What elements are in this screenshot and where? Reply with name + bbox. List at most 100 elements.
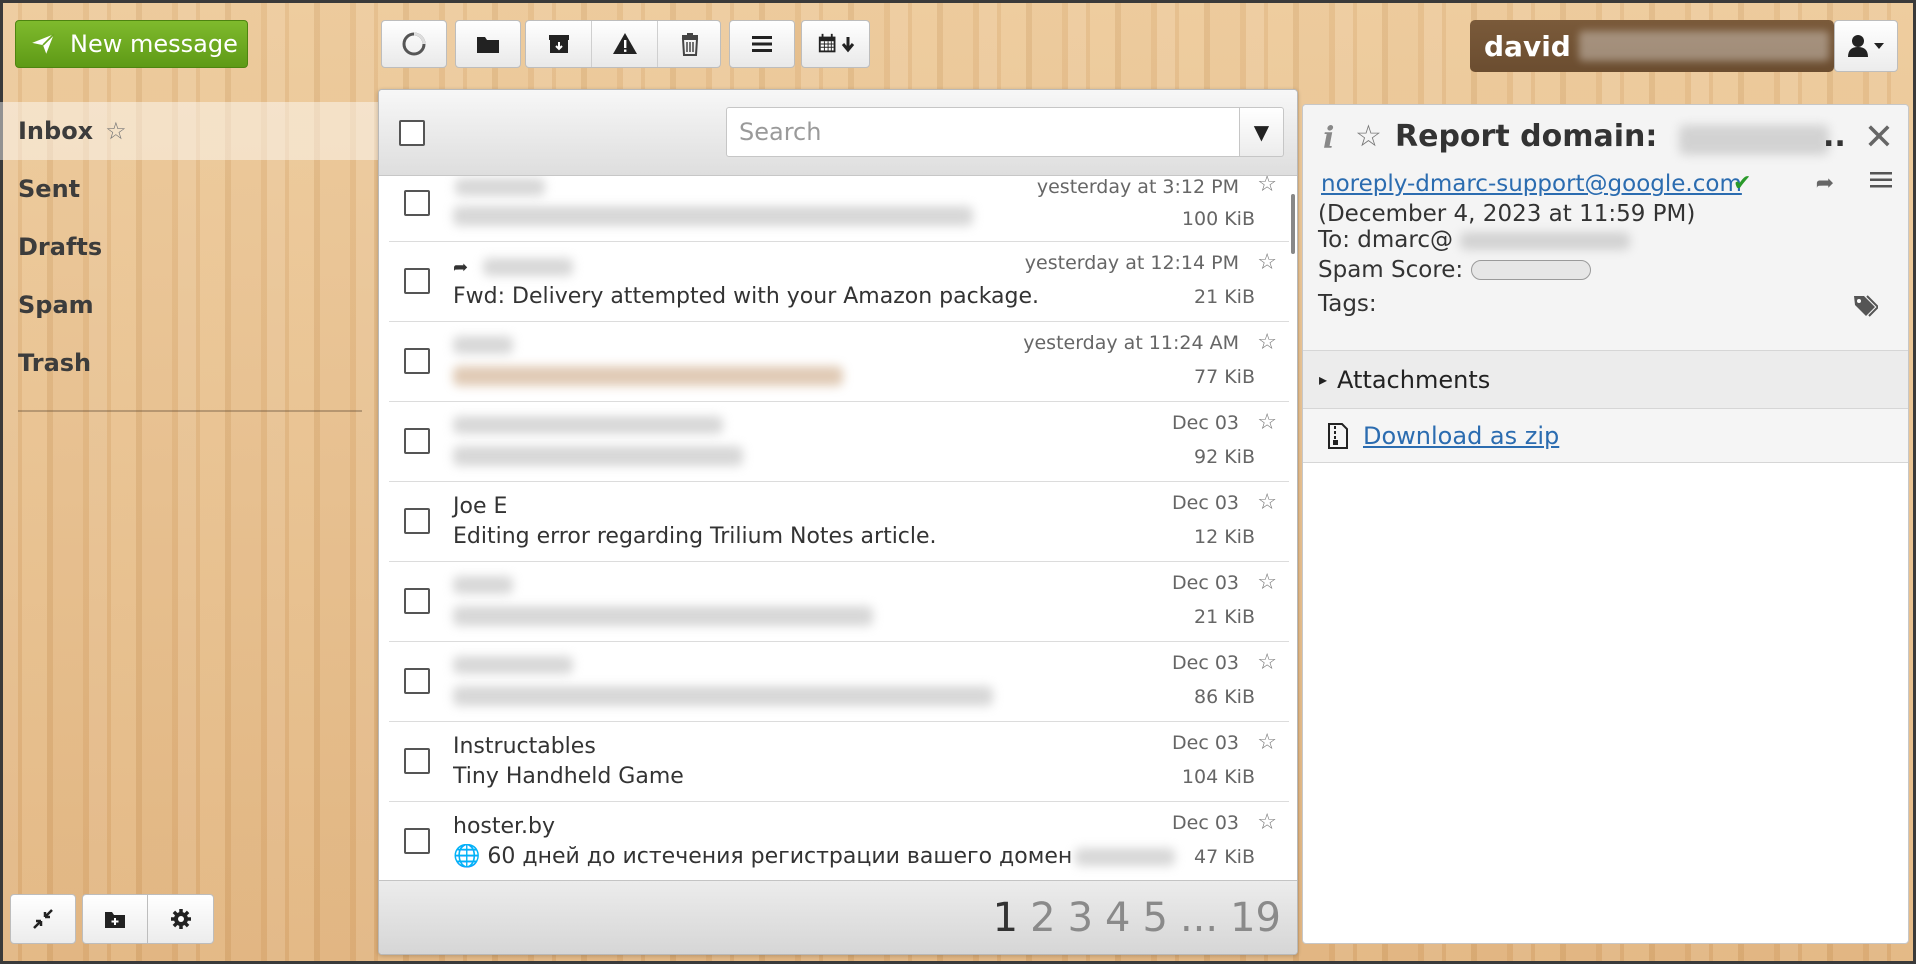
page-4[interactable]: 4 (1105, 895, 1130, 941)
star-icon[interactable]: ☆ (1355, 119, 1382, 154)
download-zip-row: Download as zip (1303, 409, 1908, 463)
folder-sent[interactable]: Sent (0, 160, 380, 218)
attachments-toggle[interactable]: ▸ Attachments (1303, 351, 1908, 409)
settings-button[interactable] (148, 894, 214, 944)
message-date: yesterday at 11:24 AM (1023, 332, 1239, 354)
page-3[interactable]: 3 (1068, 895, 1093, 941)
redacted-subject (453, 366, 843, 386)
message-menu-icon[interactable] (1868, 167, 1894, 197)
search-input[interactable] (726, 107, 1240, 157)
search-options-button[interactable]: ▼ (1240, 107, 1284, 157)
folder-trash[interactable]: Trash (0, 334, 380, 392)
message-list-header: ▼ (379, 90, 1297, 176)
message-date: Dec 03 (1172, 812, 1239, 834)
message-row[interactable]: Joe E Editing error regarding Trilium No… (389, 482, 1289, 562)
select-all-checkbox[interactable] (399, 120, 425, 146)
message-date: Dec 03 (1172, 652, 1239, 674)
collapse-icon (33, 909, 53, 929)
folder-drafts[interactable]: Drafts (0, 218, 380, 276)
collapse-button[interactable] (10, 894, 76, 944)
page-5[interactable]: 5 (1142, 895, 1167, 941)
message-checkbox[interactable] (404, 748, 430, 774)
star-icon[interactable]: ☆ (1257, 410, 1277, 435)
redacted-recipient (1460, 231, 1631, 250)
scrollbar-thumb[interactable] (1291, 194, 1295, 254)
star-icon[interactable]: ☆ (1257, 570, 1277, 595)
page-1[interactable]: 1 (993, 895, 1018, 941)
folder-settings-group (82, 894, 214, 944)
message-subject: Fwd: Delivery attempted with your Amazon… (453, 284, 1040, 309)
folder-spam[interactable]: Spam (0, 276, 380, 334)
redacted-domain (1679, 125, 1829, 155)
redacted-sender (483, 258, 573, 276)
tags-label: Tags: (1318, 291, 1377, 317)
folder-label: Inbox (18, 117, 94, 145)
delete-button[interactable] (658, 21, 722, 67)
folder-icon (477, 37, 499, 53)
message-from: ➦ (453, 254, 474, 279)
user-menu-button[interactable] (1834, 20, 1898, 72)
refresh-icon (402, 32, 426, 56)
attachments-label: Attachments (1337, 365, 1491, 394)
refresh-button[interactable] (381, 20, 447, 68)
message-row[interactable]: yesterday at 11:24 AM 77 KiB ☆ (389, 322, 1289, 402)
list-options-button[interactable] (729, 20, 795, 68)
move-to-folder-button[interactable] (455, 20, 521, 68)
mark-spam-button[interactable] (592, 21, 657, 67)
new-message-label: New message (70, 30, 238, 58)
user-name: david (1484, 29, 1571, 63)
new-message-button[interactable]: New message (15, 20, 248, 68)
star-icon[interactable]: ☆ (1257, 650, 1277, 675)
message-row[interactable]: Dec 03 21 KiB ☆ (389, 562, 1289, 642)
folder-label: Sent (18, 175, 81, 203)
star-icon[interactable]: ☆ (1257, 176, 1277, 197)
reply-icon[interactable]: ➦ (1816, 171, 1834, 196)
message-size: 21 KiB (1194, 286, 1255, 308)
folder-label: Drafts (18, 233, 103, 261)
message-checkbox[interactable] (404, 268, 430, 294)
message-from: Instructables (453, 734, 596, 759)
message-checkbox[interactable] (404, 190, 430, 216)
star-icon[interactable]: ☆ (105, 117, 127, 145)
star-icon[interactable]: ☆ (1257, 490, 1277, 515)
message-checkbox[interactable] (404, 428, 430, 454)
message-subject: 🌐 60 дней до истечения регистрации вашег… (453, 844, 1073, 869)
expand-triangle-icon: ▸ (1319, 370, 1328, 389)
message-size: 86 KiB (1194, 686, 1255, 708)
download-zip-link[interactable]: Download as zip (1363, 422, 1559, 450)
message-row[interactable]: Dec 03 86 KiB ☆ (389, 642, 1289, 722)
message-checkbox[interactable] (404, 668, 430, 694)
message-checkbox[interactable] (404, 588, 430, 614)
archive-button[interactable] (526, 21, 591, 67)
message-checkbox[interactable] (404, 508, 430, 534)
message-rows: yesterday at 3:12 PM 100 KiB ☆ ➦ Fwd: De… (389, 176, 1289, 882)
message-checkbox[interactable] (404, 348, 430, 374)
message-size: 47 KiB (1194, 846, 1255, 868)
tags-icon[interactable] (1852, 293, 1880, 323)
message-row[interactable]: yesterday at 3:12 PM 100 KiB ☆ (389, 176, 1289, 242)
message-row[interactable]: Dec 03 92 KiB ☆ (389, 402, 1289, 482)
user-account[interactable]: david (1470, 20, 1834, 72)
sort-by-date-button[interactable] (801, 20, 870, 68)
close-icon[interactable]: ✕ (1864, 117, 1894, 158)
redacted-subject (453, 606, 873, 626)
page-2[interactable]: 2 (1030, 895, 1055, 941)
folder-list: Inbox ☆ Sent Drafts Spam Trash (0, 102, 380, 392)
message-checkbox[interactable] (404, 828, 430, 854)
recipient: To: dmarc@ (1318, 227, 1631, 253)
message-row[interactable]: Instructables Tiny Handheld Game Dec 03 … (389, 722, 1289, 802)
star-icon[interactable]: ☆ (1257, 730, 1277, 755)
info-icon[interactable]: i (1323, 121, 1334, 156)
sender-link[interactable]: noreply-dmarc-support@google.com (1321, 171, 1742, 197)
new-folder-button[interactable] (82, 894, 148, 944)
folder-inbox[interactable]: Inbox ☆ (0, 102, 380, 160)
message-size: 12 KiB (1194, 526, 1255, 548)
message-row[interactable]: hoster.by 🌐 60 дней до истечения регистр… (389, 802, 1289, 882)
star-icon[interactable]: ☆ (1257, 810, 1277, 835)
message-row[interactable]: ➦ Fwd: Delivery attempted with your Amaz… (389, 242, 1289, 322)
zip-file-icon (1328, 422, 1348, 449)
star-icon[interactable]: ☆ (1257, 250, 1277, 275)
star-icon[interactable]: ☆ (1257, 330, 1277, 355)
page-last[interactable]: 19 (1230, 895, 1281, 941)
redacted-subject (453, 206, 973, 226)
